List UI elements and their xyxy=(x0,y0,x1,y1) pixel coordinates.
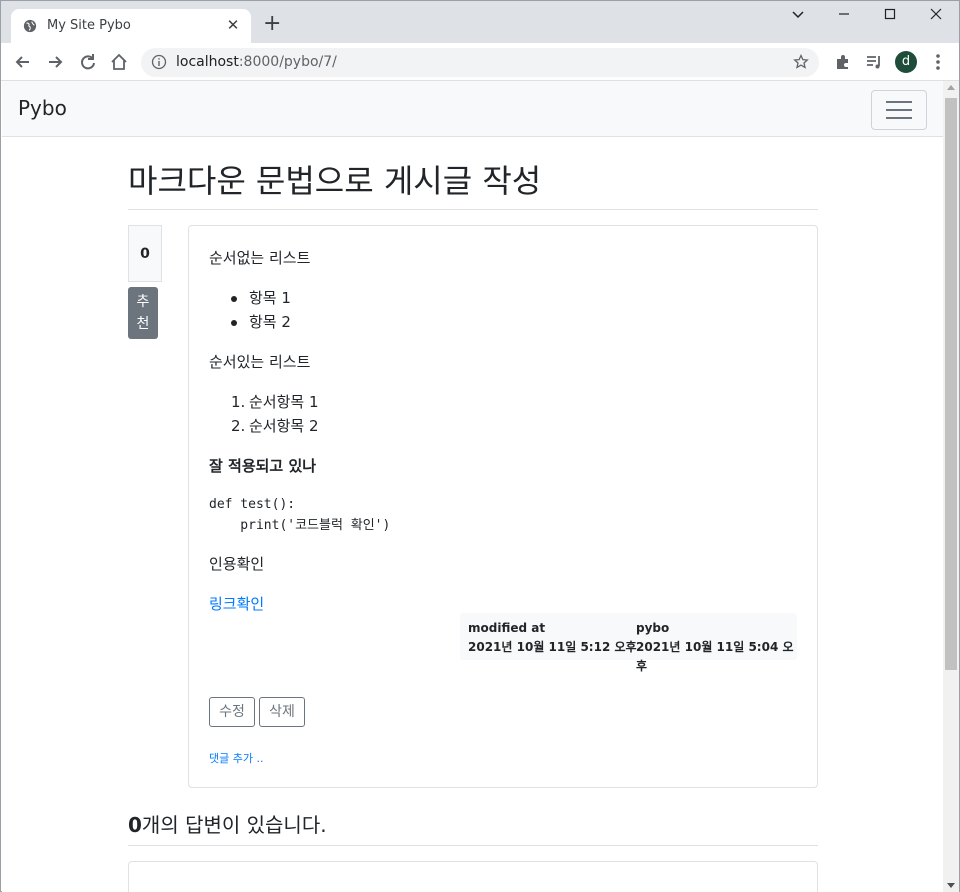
navbar-brand[interactable]: Pybo xyxy=(18,96,67,120)
minimize-icon[interactable] xyxy=(835,7,853,25)
recommend-button[interactable]: 추천 xyxy=(128,287,158,339)
navbar-toggler-button[interactable] xyxy=(871,90,927,130)
scroll-down-arrow-icon[interactable] xyxy=(947,883,955,888)
answer-count-suffix: 개의 답변이 있습니다. xyxy=(141,813,327,837)
vote-count: 0 xyxy=(128,225,162,282)
question-subject: 마크다운 문법으로 게시글 작성 xyxy=(128,161,818,210)
scroll-up-arrow-icon[interactable] xyxy=(947,85,955,90)
site-info-icon[interactable] xyxy=(151,54,167,70)
list-item: 항목 2 xyxy=(231,310,291,334)
question-card: 순서없는 리스트 항목 1 항목 2 순서있는 리스트 1. 순서항목 1 2. 순… xyxy=(188,225,818,788)
add-comment-link[interactable]: 댓글 추가 .. xyxy=(209,750,263,766)
delete-button[interactable]: 삭제 xyxy=(259,697,305,727)
tab-strip: My Site Pybo ✕ + xyxy=(1,1,959,43)
answer-count: 0 xyxy=(128,813,142,837)
globe-icon xyxy=(23,19,37,33)
edit-button[interactable]: 수정 xyxy=(209,697,255,727)
list-item: 항목 1 xyxy=(231,286,291,310)
question-meta-badge: modified at 2021년 10월 11일 5:12 오후 pybo 2… xyxy=(460,613,797,673)
home-icon[interactable] xyxy=(109,52,129,72)
code-block-line: print('코드블럭 확인') xyxy=(209,518,391,533)
page-viewport: Pybo 마크다운 문법으로 게시글 작성 0 추천 순서없는 리스트 항목 1… xyxy=(2,81,943,892)
page-scrollbar[interactable] xyxy=(943,81,959,892)
hamburger-icon xyxy=(886,101,912,103)
site-navbar: Pybo xyxy=(2,81,943,137)
browser-window: My Site Pybo ✕ + localhost:8000/pybo/7/ … xyxy=(0,0,960,892)
content-link[interactable]: 링크확인 xyxy=(209,592,264,616)
browser-tab[interactable]: My Site Pybo ✕ xyxy=(11,9,251,43)
unordered-heading: 순서없는 리스트 xyxy=(209,249,311,267)
tab-search-chevron-icon[interactable] xyxy=(789,7,807,25)
tab-close-icon[interactable]: ✕ xyxy=(225,17,241,33)
modified-date: 2021년 10월 11일 5:12 오후 xyxy=(468,640,637,654)
ordered-heading: 순서있는 리스트 xyxy=(209,353,311,371)
forward-arrow-icon[interactable] xyxy=(45,52,65,72)
created-date: 2021년 10월 11일 5:04 오후 xyxy=(636,640,794,673)
code-block-line: def test(): xyxy=(209,497,296,512)
more-menu-icon[interactable] xyxy=(928,52,948,72)
media-playlist-icon[interactable] xyxy=(864,52,884,72)
bold-text: 잘 적용되고 있나 xyxy=(209,457,317,475)
extensions-puzzle-icon[interactable] xyxy=(833,52,853,72)
author-name: pybo xyxy=(636,621,670,635)
maximize-icon[interactable] xyxy=(881,7,899,25)
quote-text: 인용확인 xyxy=(209,555,265,573)
profile-avatar[interactable]: d xyxy=(895,51,917,73)
new-tab-icon[interactable]: + xyxy=(263,13,281,35)
reload-icon[interactable] xyxy=(78,52,98,72)
recommend-label: 추천 xyxy=(136,294,150,332)
address-bar[interactable]: localhost:8000/pybo/7/ xyxy=(141,48,819,77)
bookmark-star-icon[interactable] xyxy=(793,54,809,70)
url-text[interactable]: localhost:8000/pybo/7/ xyxy=(176,54,337,70)
scrollbar-thumb[interactable] xyxy=(945,98,957,670)
vote-panel: 0 추천 xyxy=(128,225,162,339)
answer-card xyxy=(128,861,818,892)
list-item: 1. 순서항목 1 xyxy=(231,393,319,411)
browser-toolbar: localhost:8000/pybo/7/ d xyxy=(1,43,959,81)
answers-count-heading: 0개의 답변이 있습니다. xyxy=(128,811,818,846)
back-arrow-icon[interactable] xyxy=(13,52,33,72)
window-close-icon[interactable] xyxy=(927,7,945,25)
tab-title: My Site Pybo xyxy=(47,18,131,33)
modified-label: modified at xyxy=(468,621,546,635)
list-item: 2. 순서항목 2 xyxy=(231,417,319,435)
